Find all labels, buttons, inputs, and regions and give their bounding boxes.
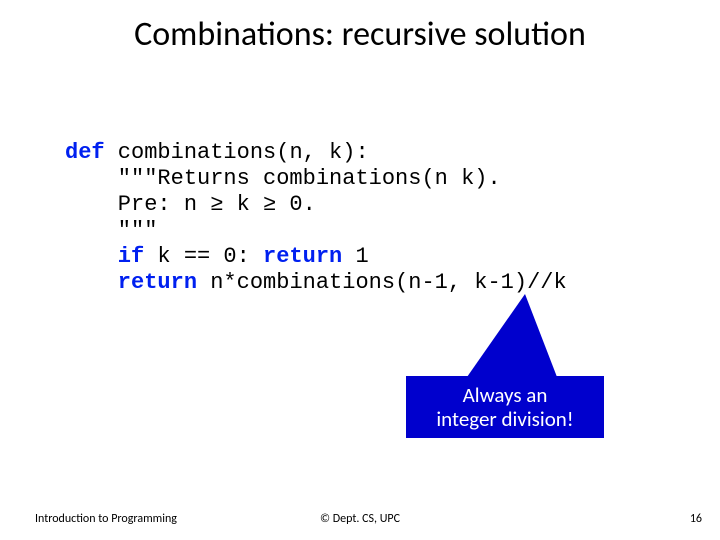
slide-title: Combinations: recursive solution: [0, 14, 720, 55]
callout-box: Always an integer division!: [406, 376, 604, 438]
callout-line-1: Always an: [463, 383, 548, 407]
code-line-3: Pre: n ≥ k ≥ 0.: [65, 192, 316, 217]
callout-line-2: integer division!: [436, 407, 573, 431]
code-line-2: """Returns combinations(n k).: [65, 166, 501, 191]
keyword-if: if: [65, 244, 144, 269]
code-line-4: """: [65, 218, 157, 243]
keyword-def: def: [65, 140, 105, 165]
keyword-return-1: return: [263, 244, 342, 269]
page-number: 16: [690, 512, 702, 526]
code-block: def combinations(n, k): """Returns combi…: [65, 140, 567, 296]
slide: Combinations: recursive solution def com…: [0, 0, 720, 540]
keyword-return-2: return: [65, 270, 197, 295]
footer-center: © Dept. CS, UPC: [0, 512, 720, 526]
code-line-5-end: 1: [342, 244, 368, 269]
code-line-6-end: n*combinations(n-1, k-1)//k: [197, 270, 567, 295]
code-line-1-rest: combinations(n, k):: [105, 140, 369, 165]
code-line-5-mid: k == 0:: [144, 244, 263, 269]
